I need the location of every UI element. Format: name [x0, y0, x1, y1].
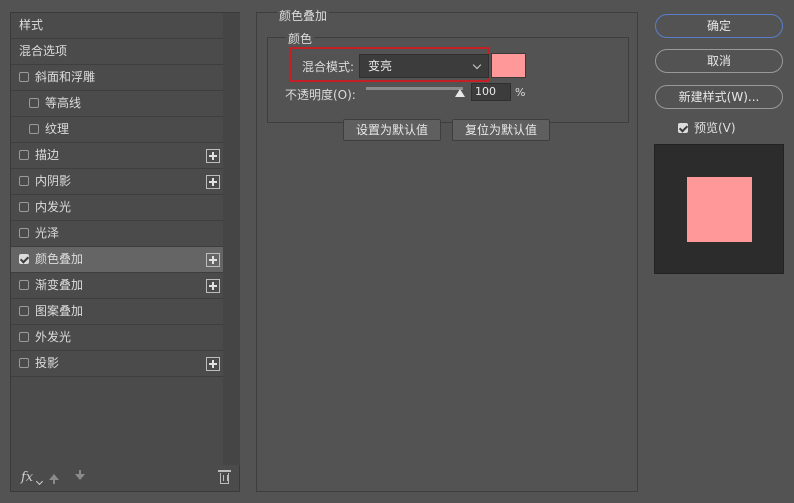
- style-checkbox[interactable]: [19, 254, 29, 264]
- style-checkbox[interactable]: [19, 280, 29, 290]
- style-checkbox[interactable]: [19, 72, 29, 82]
- style-list-item[interactable]: 渐变叠加: [11, 273, 223, 299]
- style-list-item-label: 混合选项: [19, 44, 68, 58]
- style-list-item[interactable]: 斜面和浮雕: [11, 65, 223, 91]
- style-list-item[interactable]: 外发光: [11, 325, 223, 351]
- style-list-item[interactable]: 样式: [11, 13, 223, 39]
- arrow-down-icon[interactable]: [75, 470, 85, 480]
- arrow-up-icon[interactable]: [49, 474, 59, 484]
- style-checkbox[interactable]: [19, 176, 29, 186]
- style-checkbox[interactable]: [19, 358, 29, 368]
- style-checkbox[interactable]: [19, 306, 29, 316]
- style-checkbox[interactable]: [19, 150, 29, 160]
- add-effect-icon[interactable]: [206, 253, 220, 267]
- style-checkbox[interactable]: [29, 124, 39, 134]
- style-list: 样式混合选项斜面和浮雕等高线纹理描边内阴影内发光光泽颜色叠加渐变叠加图案叠加外发…: [11, 13, 223, 377]
- reset-default-button[interactable]: 复位为默认值: [452, 119, 550, 141]
- color-group-title: 颜色: [286, 30, 315, 47]
- style-list-scrollbar[interactable]: [223, 13, 240, 465]
- style-list-item-label: 渐变叠加: [35, 278, 84, 292]
- overlay-color-swatch[interactable]: [491, 53, 526, 78]
- style-list-item[interactable]: 等高线: [11, 91, 223, 117]
- add-effect-icon[interactable]: [206, 175, 220, 189]
- style-list-item[interactable]: 混合选项: [11, 39, 223, 65]
- opacity-input[interactable]: 100: [471, 83, 511, 101]
- style-list-item-label: 纹理: [45, 122, 70, 136]
- style-list-item-label: 外发光: [35, 330, 72, 344]
- style-list-item[interactable]: 内发光: [11, 195, 223, 221]
- style-list-item[interactable]: 描边: [11, 143, 223, 169]
- style-list-item-label: 颜色叠加: [35, 252, 84, 266]
- add-effect-icon[interactable]: [206, 149, 220, 163]
- style-list-item-label: 等高线: [45, 96, 82, 110]
- opacity-label: 不透明度(O):: [285, 88, 356, 102]
- trash-icon[interactable]: [218, 470, 231, 484]
- style-checkbox[interactable]: [29, 98, 39, 108]
- preview-thumbnail: [654, 144, 784, 274]
- style-checkbox[interactable]: [19, 202, 29, 212]
- opacity-slider-track[interactable]: [366, 87, 463, 90]
- blend-mode-value: 变亮: [368, 59, 393, 73]
- color-overlay-panel: 颜色叠加 颜色: [256, 7, 638, 492]
- style-list-item-label: 描边: [35, 148, 60, 162]
- preview-swatch: [687, 177, 752, 242]
- add-effect-icon[interactable]: [206, 357, 220, 371]
- style-list-item-label: 内发光: [35, 200, 72, 214]
- style-list-item-label: 投影: [35, 356, 60, 370]
- style-list-item-label: 图案叠加: [35, 304, 84, 318]
- style-list-item-label: 光泽: [35, 226, 60, 240]
- style-list-item-label: 内阴影: [35, 174, 72, 188]
- style-checkbox[interactable]: [19, 228, 29, 238]
- style-list-item[interactable]: 内阴影: [11, 169, 223, 195]
- preview-checkbox[interactable]: [678, 123, 688, 133]
- preview-label: 预览(V): [694, 121, 736, 135]
- style-list-item-label: 样式: [19, 18, 44, 32]
- preview-toggle[interactable]: 预览(V): [678, 119, 736, 136]
- cancel-button[interactable]: 取消: [655, 49, 783, 73]
- style-checkbox[interactable]: [19, 332, 29, 342]
- fx-icon[interactable]: fx: [21, 470, 33, 485]
- blend-mode-select[interactable]: 变亮: [359, 54, 489, 78]
- style-list-item-label: 斜面和浮雕: [35, 70, 96, 84]
- new-style-button[interactable]: 新建样式(W)...: [655, 85, 783, 109]
- add-effect-icon[interactable]: [206, 279, 220, 293]
- ok-button[interactable]: 确定: [655, 14, 783, 38]
- chevron-down-icon: [472, 60, 482, 70]
- blend-mode-label: 混合模式:: [302, 60, 355, 74]
- opacity-unit: %: [515, 86, 526, 99]
- style-list-item[interactable]: 光泽: [11, 221, 223, 247]
- style-list-item[interactable]: 图案叠加: [11, 299, 223, 325]
- style-list-item[interactable]: 纹理: [11, 117, 223, 143]
- style-list-item[interactable]: 颜色叠加: [11, 247, 223, 273]
- section-title: 颜色叠加: [277, 7, 330, 24]
- opacity-slider-thumb[interactable]: [455, 89, 465, 97]
- style-list-panel: 样式混合选项斜面和浮雕等高线纹理描边内阴影内发光光泽颜色叠加渐变叠加图案叠加外发…: [10, 12, 240, 492]
- style-list-item[interactable]: 投影: [11, 351, 223, 377]
- set-default-button[interactable]: 设置为默认值: [343, 119, 441, 141]
- style-list-toolbar: fx: [11, 465, 239, 491]
